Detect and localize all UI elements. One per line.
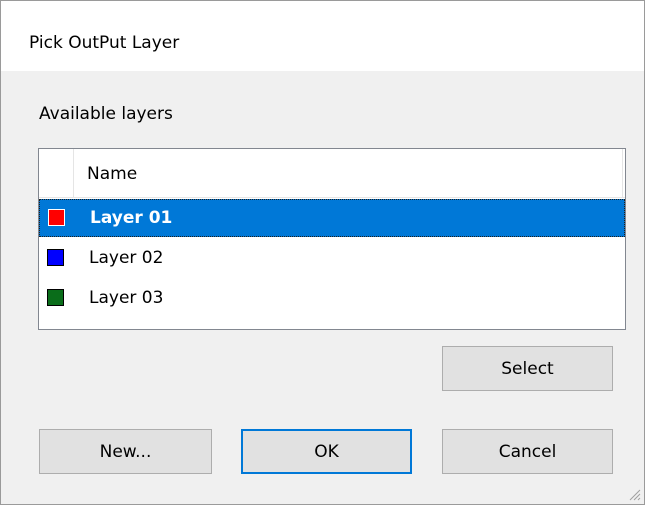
layers-list[interactable]: Name Layer 01 Layer 02 Layer 03 xyxy=(38,148,626,330)
header-column-divider xyxy=(622,149,623,197)
layer-name: Layer 03 xyxy=(89,288,164,308)
layer-color-swatch xyxy=(48,209,65,226)
cancel-button[interactable]: Cancel xyxy=(442,429,613,474)
layer-color-swatch xyxy=(47,249,64,266)
list-header: Name xyxy=(39,149,625,198)
layer-name: Layer 01 xyxy=(90,208,173,228)
layer-row-layer-03[interactable]: Layer 03 xyxy=(39,280,625,318)
available-layers-label: Available layers xyxy=(39,104,173,124)
pick-output-layer-dialog: Pick OutPut Layer Available layers Name … xyxy=(0,0,645,505)
resize-grip-icon[interactable] xyxy=(627,487,641,501)
layer-row-layer-02[interactable]: Layer 02 xyxy=(39,240,625,278)
new-layer-button[interactable]: New... xyxy=(39,429,212,474)
window-title: Pick OutPut Layer xyxy=(29,33,180,53)
header-swatch-column xyxy=(39,149,74,197)
layer-row-layer-01[interactable]: Layer 01 xyxy=(39,199,625,237)
select-button[interactable]: Select xyxy=(442,346,613,391)
column-header-name[interactable]: Name xyxy=(87,163,137,185)
layer-name: Layer 02 xyxy=(89,248,164,268)
ok-button[interactable]: OK xyxy=(241,429,412,474)
title-bar[interactable]: Pick OutPut Layer xyxy=(1,1,644,71)
layer-color-swatch xyxy=(47,289,64,306)
